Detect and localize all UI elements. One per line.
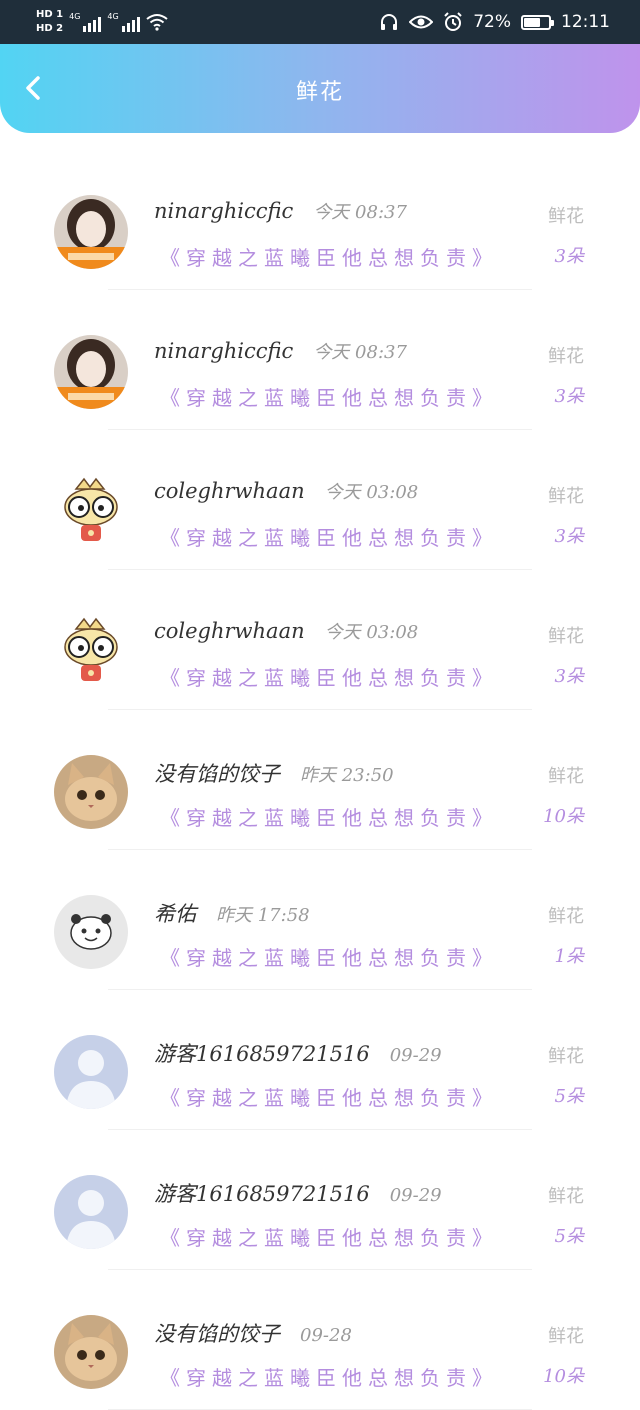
record-time: 09-29 [389,1185,442,1206]
record-meta: coleghrwhaan 今天 03:08 [154,618,418,644]
gift-type: 鲜花 [548,206,584,227]
gift-type: 鲜花 [548,766,584,787]
gift-record-item[interactable]: 没有馅的饺子 09-28 《穿越之蓝曦臣他总想负责》 鲜花 10朵 [0,1270,640,1410]
record-time: 今天 03:08 [324,482,419,503]
top-bar: 鲜花 [0,44,640,133]
eye-icon [409,15,434,29]
clock: 12:11 [561,12,610,32]
battery-percent: 72% [473,12,511,32]
network1-label: 4G [69,12,81,21]
user-name[interactable]: 没有馅的饺子 [154,758,280,788]
gift-count: 3朵 [554,246,584,267]
gift-count: 3朵 [554,386,584,407]
record-meta: 没有馅的饺子 09-28 [154,1318,352,1348]
gift-type: 鲜花 [548,906,584,927]
page-title: 鲜花 [295,80,344,105]
signal-1-icon: 4G [69,12,102,32]
gift-type: 鲜花 [548,346,584,367]
user-avatar[interactable] [54,1175,128,1249]
gift-record-item[interactable]: ninarghiccfic 今天 08:37 《穿越之蓝曦臣他总想负责》 鲜花 … [0,290,640,430]
gift-record-item[interactable]: ninarghiccfic 今天 08:37 《穿越之蓝曦臣他总想负责》 鲜花 … [0,150,640,290]
gift-count: 1朵 [554,946,584,967]
gift-count: 5朵 [554,1086,584,1107]
status-left: HD 1 HD 2 4G 4G [36,4,168,40]
user-avatar[interactable] [54,1315,128,1389]
user-avatar[interactable] [54,195,128,269]
user-name[interactable]: 希佑 [154,898,196,928]
book-title[interactable]: 《穿越之蓝曦臣他总想负责》 [160,1222,498,1251]
gift-type: 鲜花 [548,626,584,647]
book-title[interactable]: 《穿越之蓝曦臣他总想负责》 [160,242,498,271]
gift-record-item[interactable]: 游客1616859721516 09-29 《穿越之蓝曦臣他总想负责》 鲜花 5… [0,990,640,1130]
user-name[interactable]: ninarghiccfic [154,199,293,223]
record-time: 昨天 17:58 [216,905,310,926]
gift-record-item[interactable]: 游客1616859721516 09-29 《穿越之蓝曦臣他总想负责》 鲜花 5… [0,1130,640,1270]
record-meta: 游客1616859721516 09-29 [154,1178,442,1208]
battery-fill [524,17,540,27]
gift-type: 鲜花 [548,1046,584,1067]
gift-type: 鲜花 [548,486,584,507]
record-meta: ninarghiccfic 今天 08:37 [154,198,407,224]
user-avatar[interactable] [54,615,128,689]
record-meta: 没有馅的饺子 昨天 23:50 [154,758,394,788]
wifi-icon [146,14,168,31]
record-time: 09-29 [389,1045,442,1066]
gift-count: 3朵 [554,666,584,687]
gift-count: 10朵 [543,806,584,827]
record-meta: 希佑 昨天 17:58 [154,898,310,928]
record-meta: ninarghiccfic 今天 08:37 [154,338,407,364]
user-name[interactable]: 游客1616859721516 [154,1178,370,1208]
book-title[interactable]: 《穿越之蓝曦臣他总想负责》 [160,1082,498,1111]
user-avatar[interactable] [54,895,128,969]
book-title[interactable]: 《穿越之蓝曦臣他总想负责》 [160,802,498,831]
record-time: 今天 08:37 [313,202,407,223]
user-name[interactable]: coleghrwhaan [154,479,305,503]
signal-2-icon: 4G [107,12,140,32]
record-meta: 游客1616859721516 09-29 [154,1038,442,1068]
book-title[interactable]: 《穿越之蓝曦臣他总想负责》 [160,662,498,691]
gift-record-item[interactable]: 希佑 昨天 17:58 《穿越之蓝曦臣他总想负责》 鲜花 1朵 [0,850,640,990]
record-time: 今天 03:08 [324,622,419,643]
status-bar: HD 1 HD 2 4G 4G 72% 12:11 [0,0,640,44]
sim1-label: HD 1 [36,9,64,20]
gift-count: 5朵 [554,1226,584,1247]
user-avatar[interactable] [54,335,128,409]
gift-count: 3朵 [554,526,584,547]
gift-record-list: ninarghiccfic 今天 08:37 《穿越之蓝曦臣他总想负责》 鲜花 … [0,150,640,1410]
headphones-icon [381,14,398,30]
user-avatar[interactable] [54,475,128,549]
record-time: 今天 08:37 [313,342,407,363]
gift-type: 鲜花 [548,1326,584,1347]
status-right: 72% 12:11 [379,8,610,36]
user-avatar[interactable] [54,1035,128,1109]
battery-icon [521,14,554,30]
sim-indicators: HD 1 HD 2 [36,9,63,35]
gift-record-item[interactable]: 没有馅的饺子 昨天 23:50 《穿越之蓝曦臣他总想负责》 鲜花 10朵 [0,710,640,850]
record-time: 昨天 23:50 [300,765,394,786]
book-title[interactable]: 《穿越之蓝曦臣他总想负责》 [160,522,498,551]
user-name[interactable]: ninarghiccfic [154,339,293,363]
network2-label: 4G [107,12,119,21]
user-name[interactable]: coleghrwhaan [154,619,305,643]
gift-record-item[interactable]: coleghrwhaan 今天 03:08 《穿越之蓝曦臣他总想负责》 鲜花 3… [0,430,640,570]
user-name[interactable]: 没有馅的饺子 [154,1318,280,1348]
record-meta: coleghrwhaan 今天 03:08 [154,478,418,504]
user-name[interactable]: 游客1616859721516 [154,1038,370,1068]
alarm-icon [444,12,462,31]
book-title[interactable]: 《穿越之蓝曦臣他总想负责》 [160,382,498,411]
book-title[interactable]: 《穿越之蓝曦臣他总想负责》 [160,942,498,971]
gift-type: 鲜花 [548,1186,584,1207]
sim2-label: HD 2 [36,23,64,34]
gift-count: 10朵 [543,1366,584,1387]
record-time: 09-28 [300,1325,352,1346]
gift-record-item[interactable]: coleghrwhaan 今天 03:08 《穿越之蓝曦臣他总想负责》 鲜花 3… [0,570,640,710]
user-avatar[interactable] [54,755,128,829]
